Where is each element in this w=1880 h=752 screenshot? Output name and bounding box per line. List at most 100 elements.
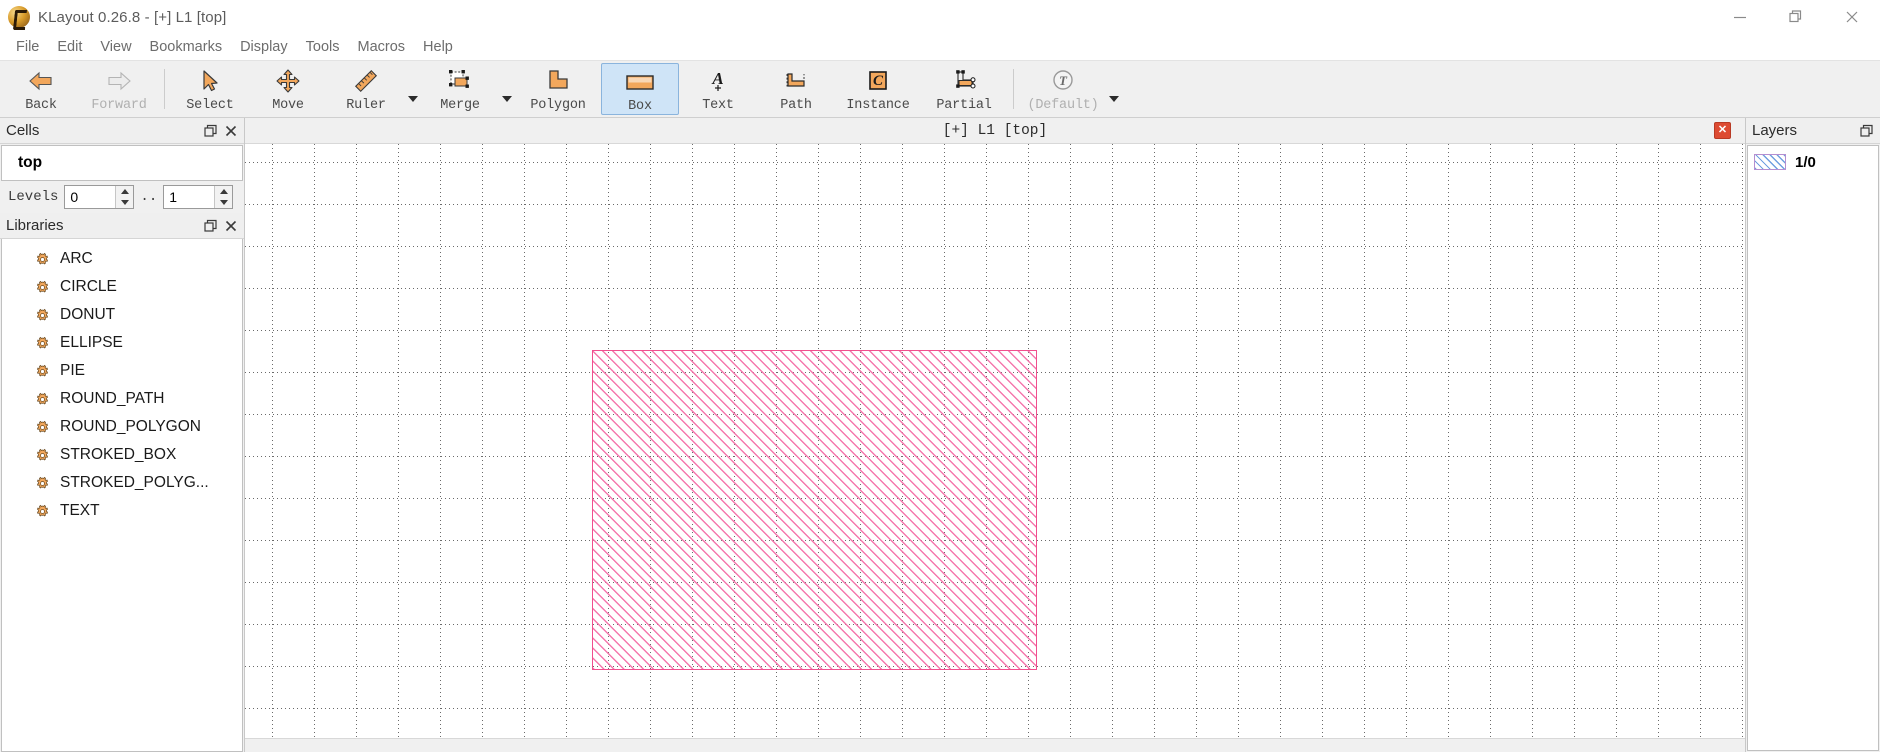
layer-label: 1/0 [1795,153,1816,171]
layer-swatch-icon[interactable] [1754,154,1786,170]
list-item[interactable]: ROUND_POLYGON [2,413,242,441]
toolbar-merge-label: Merge [440,98,480,113]
menu-bookmarks[interactable]: Bookmarks [141,37,232,57]
toolbar-text-button[interactable]: A Text [679,61,757,117]
libraries-panel-title: Libraries [6,217,64,234]
grid-line [1742,144,1743,738]
menu-display[interactable]: Display [231,37,297,57]
toolbar-select-button[interactable]: Select [171,61,249,117]
grid-line [245,246,1745,247]
cursor-arrow-icon [197,66,223,96]
grid-line [398,144,399,738]
main-area: Cells top Levels 0 .. 1 Libraries ARC CI… [0,118,1880,752]
undock-icon[interactable] [202,217,220,235]
grid-line [245,162,1745,163]
layout-view: [+] L1 [top] ✕ [245,118,1745,752]
grid-line [524,144,525,738]
libraries-list[interactable]: ARC CIRCLE DONUT ELLIPSE PIE ROUND_PATH … [1,239,243,752]
toolbar-path-button[interactable]: Path [757,61,835,117]
menu-edit[interactable]: Edit [48,37,91,57]
chevron-down-icon[interactable] [215,197,232,208]
list-item[interactable]: TEXT [2,497,242,525]
technology-dropdown-arrow[interactable] [1106,61,1122,117]
toolbar-separator-2 [1013,69,1014,109]
toolbar-partial-button[interactable]: Partial [921,61,1007,117]
cells-panel-header: Cells [0,118,244,144]
layout-canvas[interactable] [245,144,1745,738]
toolbar-default-technology-button[interactable]: T (Default) [1020,61,1106,117]
toolbar-forward-button[interactable]: Forward [80,61,158,117]
level-min-arrows [115,186,134,208]
list-item[interactable]: CIRCLE [2,273,242,301]
list-item-label: STROKED_POLYG... [60,474,209,491]
menu-view[interactable]: View [91,37,140,57]
grid-line [1154,144,1155,738]
toolbar-polygon-button[interactable]: Polygon [515,61,601,117]
list-item[interactable]: ROUND_PATH [2,385,242,413]
toolbar-instance-button[interactable]: C Instance [835,61,921,117]
list-item-label: STROKED_BOX [60,446,177,463]
chevron-down-icon[interactable] [116,197,133,208]
close-icon[interactable] [222,122,240,140]
toolbar-separator-1 [164,69,165,109]
grid-line [272,144,273,738]
menu-help[interactable]: Help [414,37,462,57]
menu-macros[interactable]: Macros [348,37,414,57]
list-item-label: ROUND_PATH [60,390,165,407]
toolbar-move-button[interactable]: Move [249,61,327,117]
restore-icon[interactable] [1768,0,1824,34]
gear-icon [37,280,48,293]
grid-line [440,144,441,738]
level-min-value[interactable]: 0 [65,186,115,208]
levels-range-separator: .. [140,189,158,205]
undock-icon[interactable] [1858,122,1876,140]
toolbar-select-label: Select [186,98,234,113]
arrow-right-icon [104,66,134,96]
ruler-dropdown-arrow[interactable] [405,61,421,117]
canvas-horizontal-scrollbar[interactable] [245,738,1745,752]
cells-panel-title: Cells [6,122,40,139]
chevron-up-icon[interactable] [215,186,232,197]
menu-file[interactable]: File [7,37,48,57]
list-item[interactable]: ELLIPSE [2,329,242,357]
list-item[interactable]: PIE [2,357,242,385]
klayout-logo-icon [8,6,30,28]
list-item[interactable]: ARC [2,245,242,273]
list-item[interactable]: DONUT [2,301,242,329]
level-max-stepper[interactable]: 1 [163,185,234,209]
gear-icon [37,308,48,321]
grid-line [1574,144,1575,738]
minimize-icon[interactable] [1712,0,1768,34]
toolbar-merge-button[interactable]: Merge [421,61,499,117]
cells-list[interactable]: top [1,145,243,181]
toolbar-box-label: Box [628,99,652,114]
menu-tools[interactable]: Tools [297,37,349,57]
toolbar-box-button[interactable]: Box [601,63,679,115]
list-item[interactable]: STROKED_POLYG... [2,469,242,497]
undock-icon[interactable] [202,122,220,140]
level-max-value[interactable]: 1 [164,186,214,208]
list-item-label: ROUND_POLYGON [60,418,201,435]
close-icon[interactable]: ✕ [1714,122,1731,139]
layers-list[interactable]: 1/0 [1747,145,1879,751]
levels-row: Levels 0 .. 1 [0,181,244,213]
close-icon[interactable] [1824,0,1880,34]
cell-item-top[interactable]: top [18,154,42,172]
canvas-header: [+] L1 [top] ✕ [245,118,1745,144]
layer-row[interactable]: 1/0 [1748,149,1878,175]
toolbar-back-button[interactable]: Back [2,61,80,117]
grid-line [245,288,1745,289]
close-icon[interactable] [222,217,240,235]
merge-dropdown-arrow[interactable] [499,61,515,117]
grid-line [1070,144,1071,738]
level-min-stepper[interactable]: 0 [64,185,135,209]
list-item[interactable]: STROKED_BOX [2,441,242,469]
drawn-box-shape[interactable] [592,350,1037,670]
toolbar-forward-label: Forward [91,98,147,113]
gear-icon [37,504,48,517]
grid-line [1616,144,1617,738]
gear-icon [37,252,48,265]
text-a-icon: A [705,66,731,96]
chevron-up-icon[interactable] [116,186,133,197]
toolbar-ruler-button[interactable]: Ruler [327,61,405,117]
